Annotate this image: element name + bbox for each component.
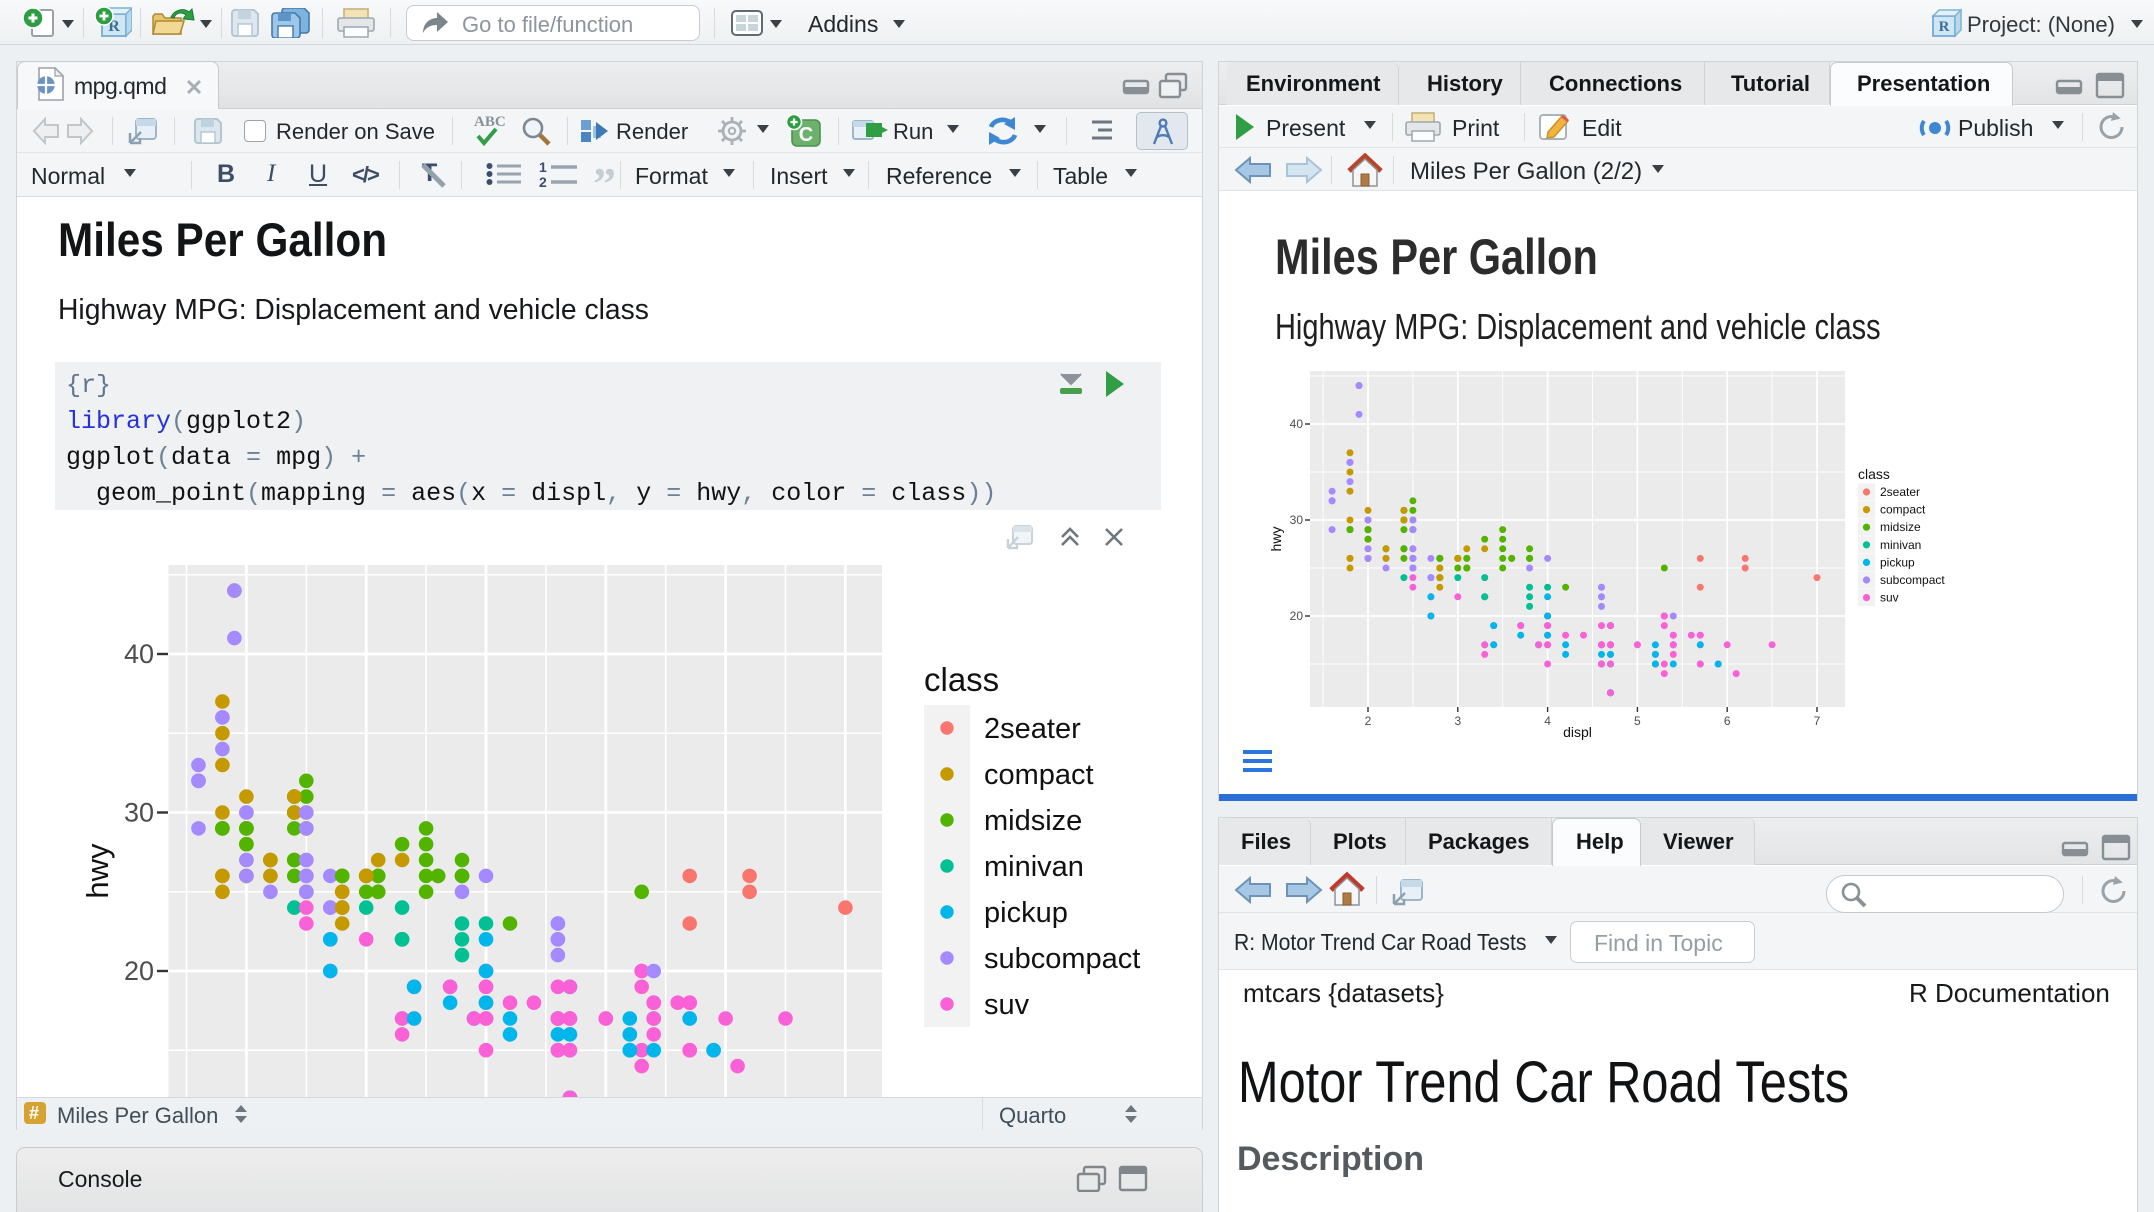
svg-text:2seater: 2seater bbox=[984, 713, 1081, 745]
svg-text:2: 2 bbox=[1365, 714, 1372, 728]
svg-text:midsize: midsize bbox=[1880, 520, 1921, 534]
svg-text:hwy: hwy bbox=[80, 843, 115, 899]
svg-text:class: class bbox=[924, 661, 999, 698]
svg-text:20: 20 bbox=[124, 956, 154, 986]
svg-text:class: class bbox=[1858, 466, 1890, 482]
svg-text:suv: suv bbox=[984, 989, 1030, 1021]
svg-text:2: 2 bbox=[539, 174, 547, 188]
svg-text:2seater: 2seater bbox=[1880, 485, 1920, 499]
svg-text:4: 4 bbox=[1544, 714, 1551, 728]
svg-text:30: 30 bbox=[124, 798, 154, 828]
svg-text:5: 5 bbox=[1634, 714, 1641, 728]
svg-text:3: 3 bbox=[1454, 714, 1461, 728]
svg-text:midsize: midsize bbox=[984, 805, 1082, 837]
svg-text:suv: suv bbox=[1880, 591, 1899, 605]
svg-text:compact: compact bbox=[984, 759, 1094, 791]
svg-text:compact: compact bbox=[1880, 503, 1926, 517]
svg-text:40: 40 bbox=[1290, 417, 1304, 431]
svg-text:6: 6 bbox=[1724, 714, 1731, 728]
svg-text:40: 40 bbox=[124, 639, 154, 669]
svg-text:subcompact: subcompact bbox=[1880, 573, 1945, 587]
svg-text:minivan: minivan bbox=[984, 851, 1084, 883]
svg-text:C: C bbox=[799, 124, 813, 146]
svg-text:pickup: pickup bbox=[1880, 555, 1915, 569]
svg-text:pickup: pickup bbox=[984, 897, 1068, 929]
svg-text:ABC: ABC bbox=[474, 114, 506, 130]
svg-text:20: 20 bbox=[1290, 609, 1304, 623]
svg-text:1: 1 bbox=[539, 160, 547, 175]
svg-text:displ: displ bbox=[1563, 724, 1592, 740]
svg-text:30: 30 bbox=[1290, 513, 1304, 527]
svg-text:R: R bbox=[1939, 19, 1950, 35]
svg-text:7: 7 bbox=[1814, 714, 1821, 728]
svg-text:subcompact: subcompact bbox=[984, 943, 1140, 975]
svg-text:hwy: hwy bbox=[1268, 527, 1284, 552]
svg-text:minivan: minivan bbox=[1880, 538, 1921, 552]
